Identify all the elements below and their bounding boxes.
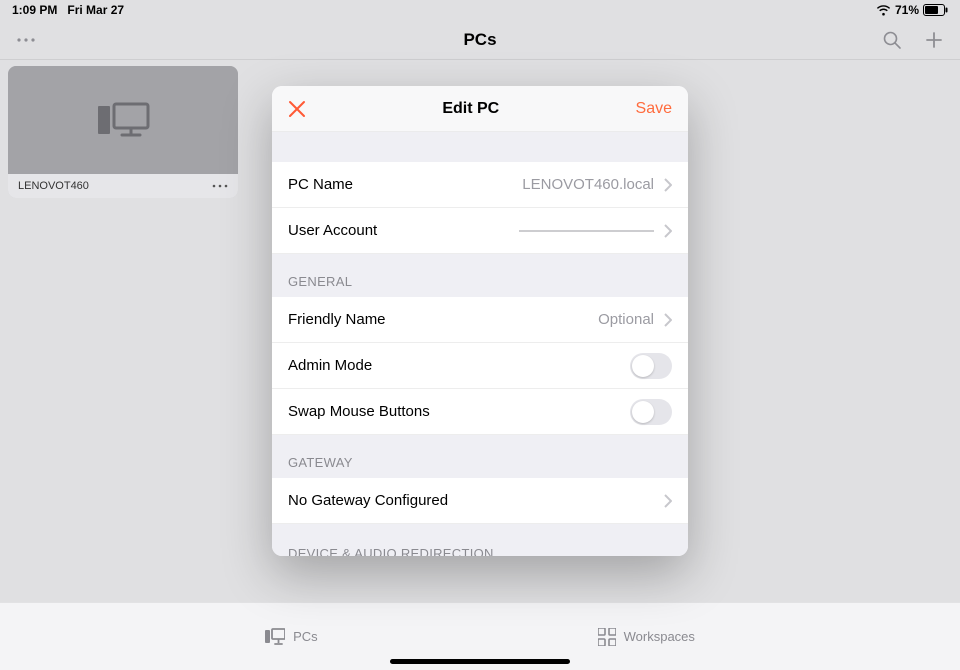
row-friendly-name[interactable]: Friendly Name Optional xyxy=(272,297,688,343)
edit-pc-sheet: Edit PC Save PC Name LENOVOT460.local Us… xyxy=(272,86,688,556)
status-date: Fri Mar 27 xyxy=(67,3,124,17)
wifi-icon xyxy=(876,5,891,16)
nav-bar: PCs xyxy=(0,20,960,60)
chevron-right-icon xyxy=(664,494,672,508)
friendly-name-placeholder: Optional xyxy=(598,311,654,328)
save-button[interactable]: Save xyxy=(636,100,672,118)
pc-name-value: LENOVOT460.local xyxy=(522,176,654,193)
chevron-right-icon xyxy=(664,224,672,238)
sheet-title: Edit PC xyxy=(442,100,499,118)
pc-card-name: LENOVOT460 xyxy=(18,180,89,192)
row-user-account[interactable]: User Account ————————— xyxy=(272,208,688,254)
section-header-general: General xyxy=(272,254,688,297)
battery-icon xyxy=(923,4,948,16)
add-icon[interactable] xyxy=(924,30,944,50)
close-icon xyxy=(288,100,306,118)
user-account-value: ————————— xyxy=(519,222,654,239)
close-button[interactable] xyxy=(288,100,306,118)
chevron-right-icon xyxy=(664,178,672,192)
home-indicator[interactable] xyxy=(390,659,570,664)
row-label: No Gateway Configured xyxy=(288,492,448,509)
tab-pcs-label: PCs xyxy=(293,629,318,644)
pcs-tab-icon xyxy=(265,628,285,646)
row-pc-name[interactable]: PC Name LENOVOT460.local xyxy=(272,162,688,208)
chevron-right-icon xyxy=(664,313,672,327)
pc-card[interactable]: LENOVOT460 xyxy=(8,66,238,198)
row-swap-mouse: Swap Mouse Buttons xyxy=(272,389,688,435)
tab-bar: PCs Workspaces xyxy=(0,602,960,670)
admin-mode-toggle[interactable] xyxy=(630,353,672,379)
status-bar: 1:09 PM Fri Mar 27 71% xyxy=(0,0,960,20)
section-header-redirection: Device & Audio Redirection xyxy=(272,524,688,556)
sheet-header: Edit PC Save xyxy=(272,86,688,132)
row-admin-mode: Admin Mode xyxy=(272,343,688,389)
pc-card-preview xyxy=(8,66,238,174)
page-title: PCs xyxy=(463,30,496,50)
search-icon[interactable] xyxy=(882,30,902,50)
section-header-gateway: Gateway xyxy=(272,435,688,478)
tab-pcs[interactable]: PCs xyxy=(265,628,318,646)
tab-workspaces[interactable]: Workspaces xyxy=(598,628,695,646)
more-icon[interactable] xyxy=(16,37,36,43)
desktop-icon xyxy=(96,100,150,140)
workspaces-tab-icon xyxy=(598,628,616,646)
swap-mouse-toggle[interactable] xyxy=(630,399,672,425)
row-label: PC Name xyxy=(288,176,353,193)
row-label: Swap Mouse Buttons xyxy=(288,403,430,420)
tab-workspaces-label: Workspaces xyxy=(624,629,695,644)
row-no-gateway[interactable]: No Gateway Configured xyxy=(272,478,688,524)
battery-percentage: 71% xyxy=(895,3,919,17)
row-label: Friendly Name xyxy=(288,311,386,328)
pc-card-more-icon[interactable] xyxy=(212,184,228,188)
row-label: User Account xyxy=(288,222,377,239)
row-label: Admin Mode xyxy=(288,357,372,374)
sheet-body: PC Name LENOVOT460.local User Account ——… xyxy=(272,132,688,556)
status-time: 1:09 PM xyxy=(12,3,57,17)
